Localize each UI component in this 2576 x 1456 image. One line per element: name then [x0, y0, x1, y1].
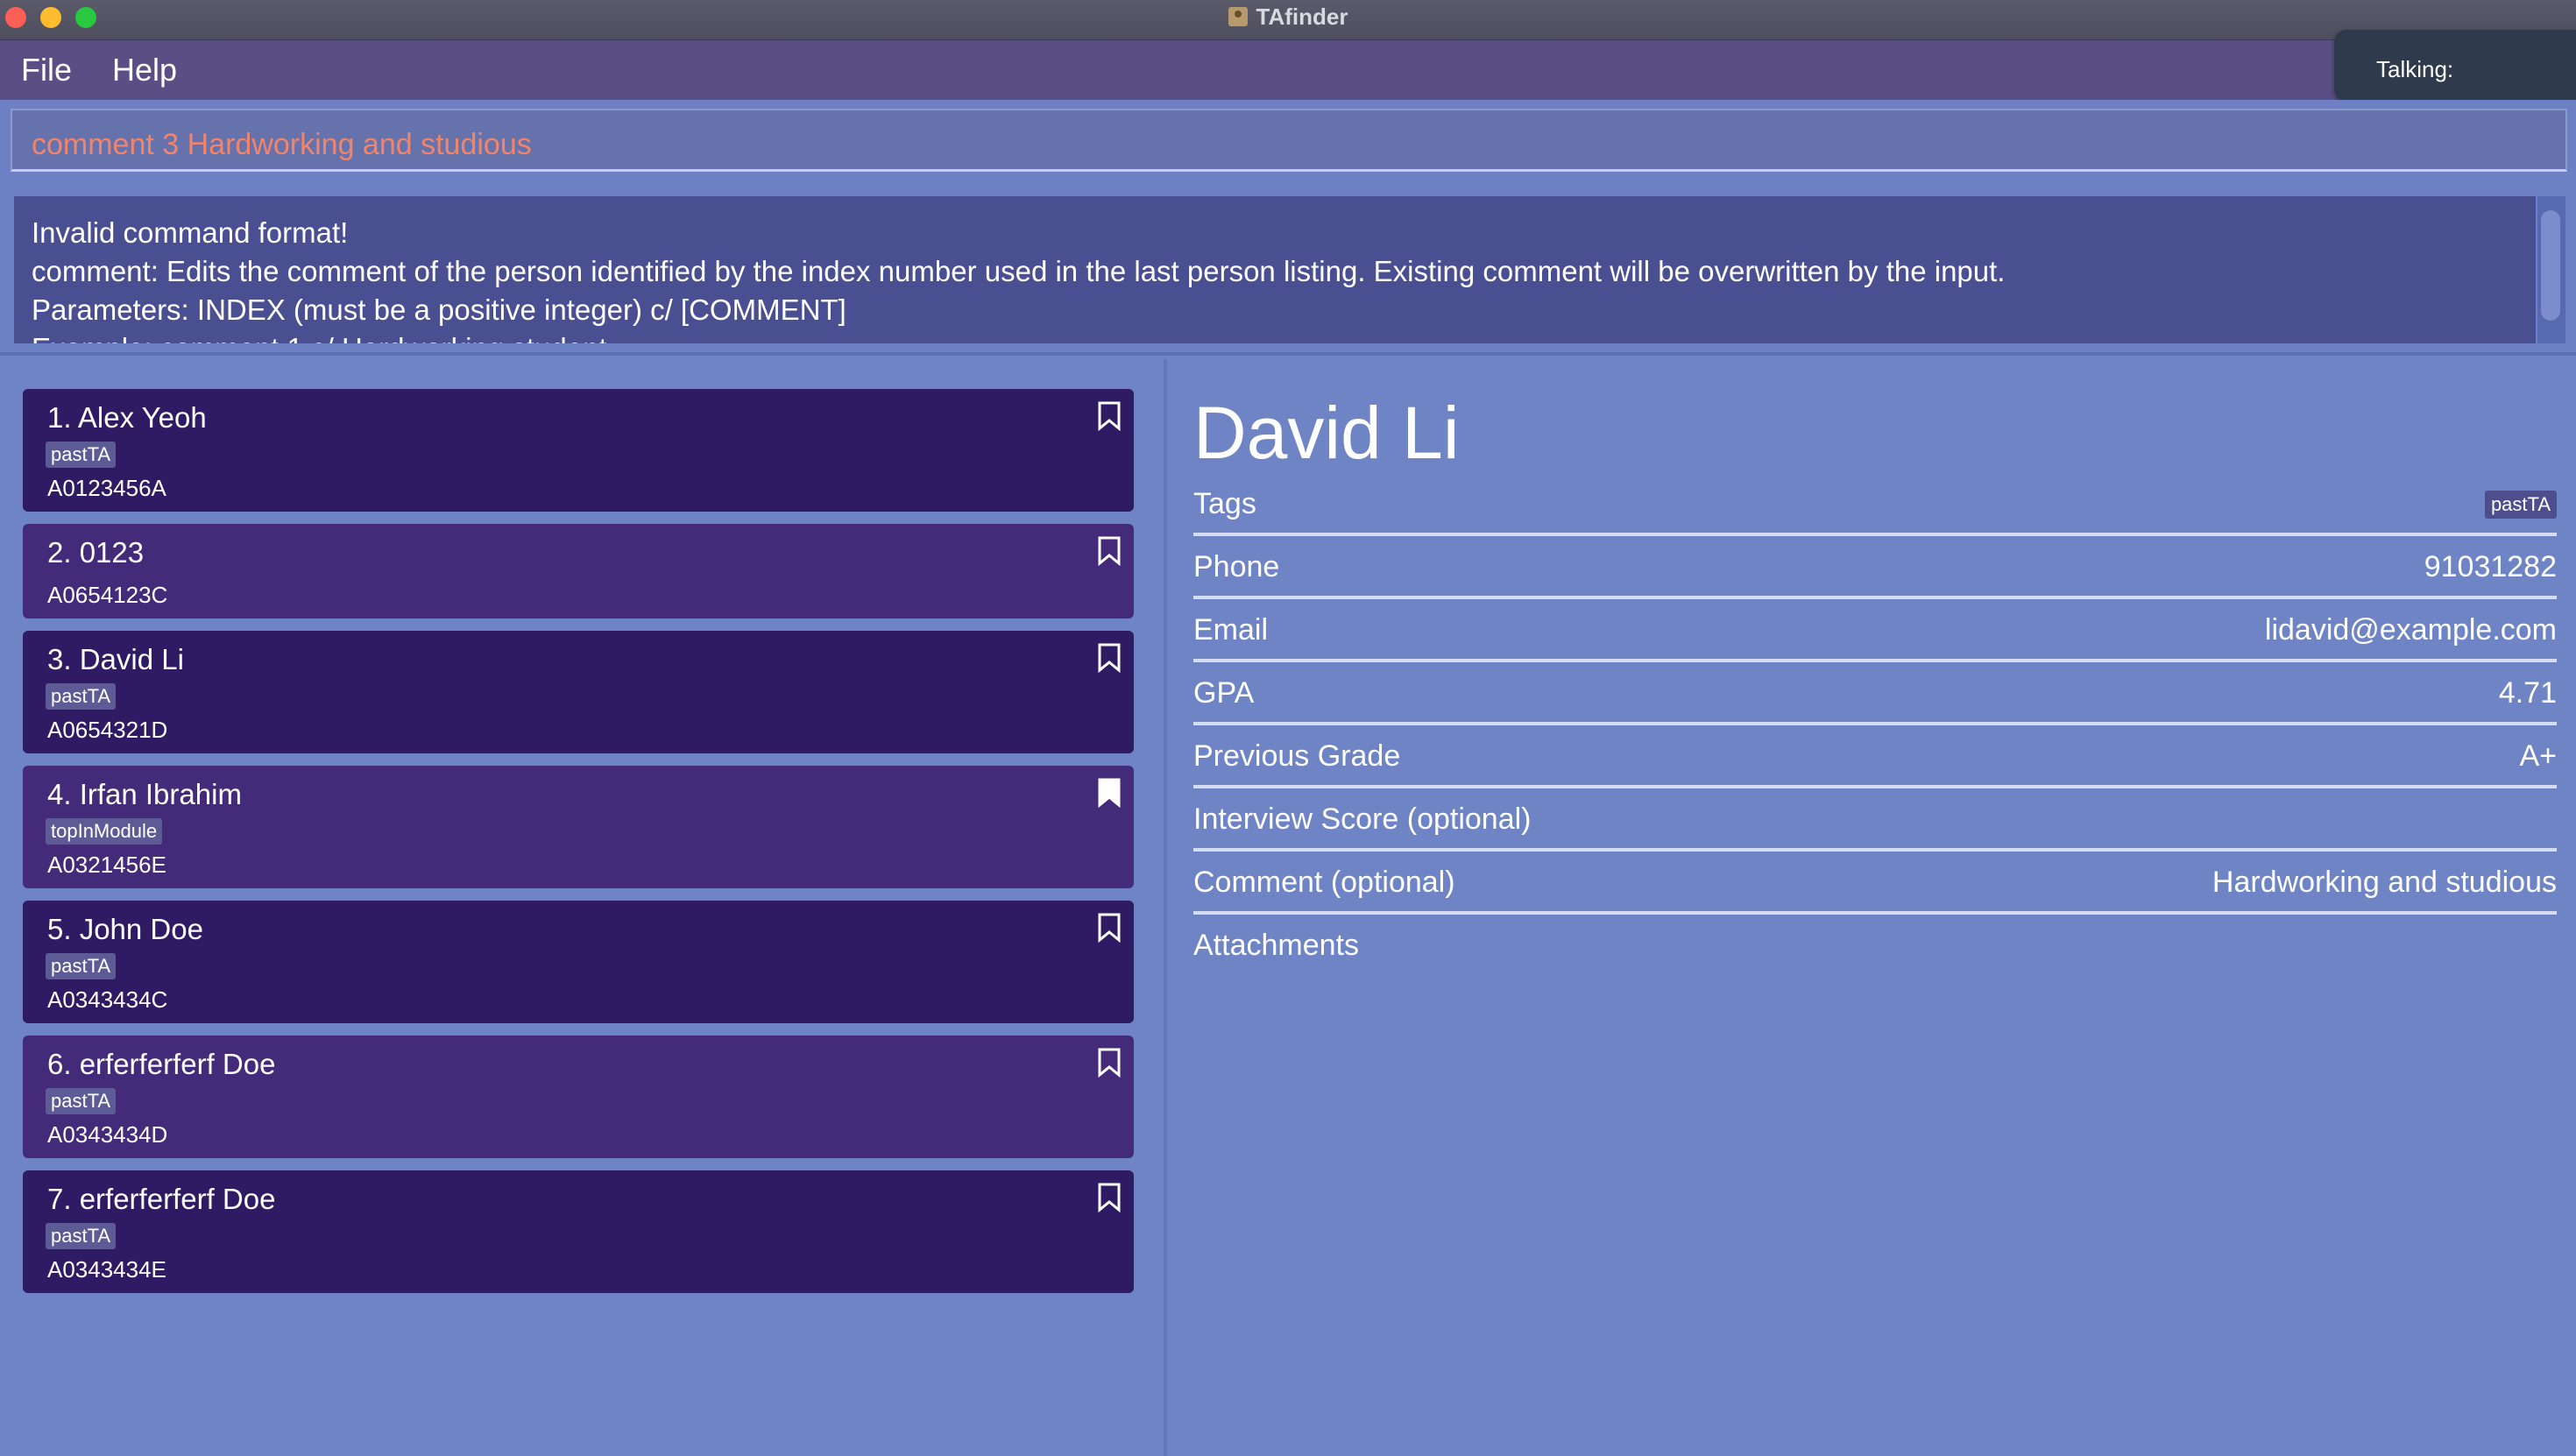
- person-card[interactable]: 1. Alex Yeoh pastTA A0123456A: [23, 389, 1134, 512]
- person-list: 1. Alex Yeoh pastTA A0123456A 2. 0123 A0…: [0, 359, 1165, 1456]
- person-id: A0343434E: [47, 1256, 166, 1283]
- person-tag: topInModule: [46, 818, 163, 845]
- bookmark-filled-icon[interactable]: [1097, 778, 1122, 808]
- talking-indicator: Talking:: [2334, 30, 2576, 102]
- menu-help[interactable]: Help: [112, 52, 177, 88]
- person-tag: pastTA: [46, 442, 117, 468]
- window-title-bar: TAfinder: [0, 0, 2576, 40]
- talking-label: Talking:: [2376, 56, 2454, 82]
- interview-score-label: Interview Score (optional): [1193, 802, 1532, 836]
- detail-row-tags: Tags pastTA: [1193, 473, 2557, 536]
- person-card[interactable]: 3. David Li pastTA A0654321D: [23, 631, 1134, 753]
- result-scrollbar-thumb[interactable]: [2541, 210, 2560, 321]
- menu-file[interactable]: File: [21, 52, 72, 88]
- detail-name: David Li: [1193, 392, 1460, 474]
- command-area: comment 3 Hardworking and studious: [0, 100, 2576, 184]
- person-id: A0654321D: [47, 717, 168, 743]
- person-id: A0123456A: [47, 475, 166, 501]
- phone-value: 91031282: [2424, 550, 2557, 583]
- person-name: 4. Irfan Ibrahim: [47, 778, 242, 810]
- person-id: A0654123C: [47, 582, 168, 608]
- person-tag: pastTA: [46, 953, 117, 979]
- detail-row-phone: Phone 91031282: [1193, 536, 2557, 599]
- detail-row-email: Email lidavid@example.com: [1193, 599, 2557, 662]
- person-name: 6. erferferferf Doe: [47, 1048, 276, 1080]
- gpa-value: 4.71: [2498, 676, 2557, 710]
- person-card[interactable]: 2. 0123 A0654123C: [23, 524, 1134, 618]
- person-detail-panel: David Li Tags pastTA Phone 91031282 Emai…: [1167, 359, 2576, 1456]
- person-name: 3. David Li: [47, 643, 184, 675]
- bookmark-icon[interactable]: [1097, 536, 1122, 566]
- result-line: Example: comment 1 c/ Hardworking studen…: [32, 329, 2536, 343]
- title-wrap: TAfinder: [0, 0, 2576, 33]
- detail-row-attachments: Attachments: [1193, 915, 2557, 978]
- bookmark-icon[interactable]: [1097, 913, 1122, 943]
- comment-value: Hardworking and studious: [2212, 866, 2557, 899]
- person-tag: pastTA: [46, 1223, 117, 1249]
- person-name: 5. John Doe: [47, 913, 203, 945]
- person-id: A0343434C: [47, 986, 168, 1013]
- menu-bar: File Help: [0, 40, 2576, 100]
- email-label: Email: [1193, 613, 1269, 647]
- gpa-label: GPA: [1193, 676, 1255, 710]
- bookmark-icon[interactable]: [1097, 1183, 1122, 1212]
- person-name: 7. erferferferf Doe: [47, 1183, 276, 1215]
- person-name: 2. 0123: [47, 536, 145, 569]
- detail-tag: pastTA: [2484, 491, 2557, 519]
- comment-label: Comment (optional): [1193, 866, 1455, 899]
- email-value: lidavid@example.com: [2264, 613, 2557, 647]
- bookmark-icon[interactable]: [1097, 1048, 1122, 1078]
- person-name: 1. Alex Yeoh: [47, 401, 207, 434]
- result-line: comment: Edits the comment of the person…: [32, 255, 2006, 287]
- window-title: TAfinder: [1256, 3, 1348, 30]
- detail-row-comment: Comment (optional) Hardworking and studi…: [1193, 852, 2557, 915]
- person-card[interactable]: 4. Irfan Ibrahim topInModule A0321456E: [23, 766, 1134, 888]
- bookmark-icon[interactable]: [1097, 401, 1122, 431]
- detail-row-previous-grade: Previous Grade A+: [1193, 725, 2557, 788]
- person-id: A0343434D: [47, 1121, 168, 1148]
- phone-label: Phone: [1193, 550, 1280, 583]
- person-card[interactable]: 6. erferferferf Doe pastTA A0343434D: [23, 1035, 1134, 1158]
- person-id: A0321456E: [47, 852, 166, 878]
- result-line: Invalid command format!: [32, 216, 349, 249]
- detail-row-gpa: GPA 4.71: [1193, 662, 2557, 725]
- tags-label: Tags: [1193, 487, 1256, 520]
- previous-grade-label: Previous Grade: [1193, 739, 1401, 773]
- bookmark-icon[interactable]: [1097, 643, 1122, 673]
- person-card[interactable]: 5. John Doe pastTA A0343434C: [23, 901, 1134, 1023]
- result-line: Parameters: INDEX (must be a positive in…: [32, 293, 846, 326]
- previous-grade-value: A+: [2519, 739, 2557, 773]
- app-icon: [1228, 7, 1248, 26]
- attachments-label: Attachments: [1193, 929, 1359, 962]
- detail-row-interview-score: Interview Score (optional): [1193, 788, 2557, 852]
- command-input[interactable]: comment 3 Hardworking and studious: [11, 109, 2567, 172]
- result-scrollbar[interactable]: [2537, 196, 2565, 343]
- person-tag: pastTA: [46, 683, 117, 710]
- result-area: Invalid command format! comment: Edits t…: [0, 184, 2576, 356]
- result-display[interactable]: Invalid command format! comment: Edits t…: [14, 196, 2536, 343]
- person-card[interactable]: 7. erferferferf Doe pastTA A0343434E: [23, 1170, 1134, 1293]
- person-tag: pastTA: [46, 1088, 117, 1114]
